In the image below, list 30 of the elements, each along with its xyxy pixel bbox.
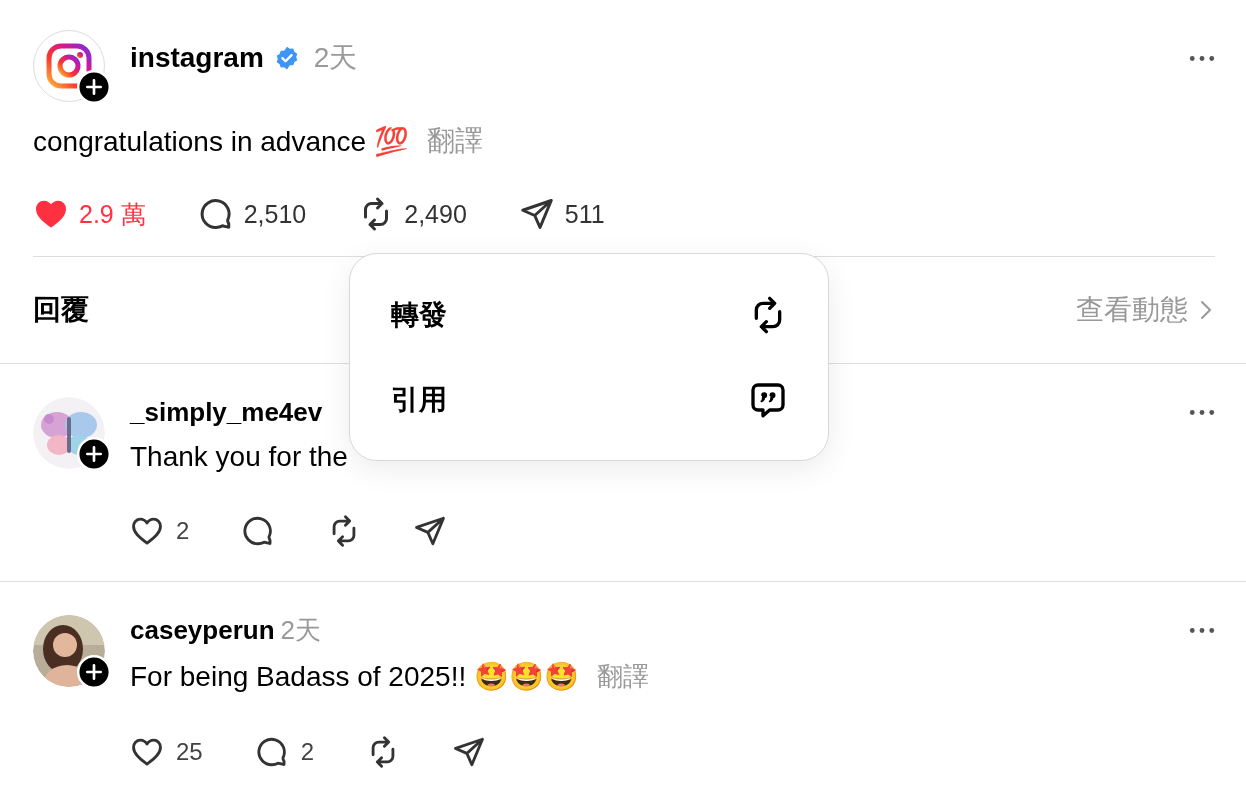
follow-plus-icon[interactable] [77,70,111,104]
more-icon[interactable] [1189,626,1215,634]
camera-logo-icon [45,42,93,90]
follow-plus-icon[interactable] [77,437,111,471]
timestamp: 2天 [313,41,358,75]
post-text: congratulations in advance 💯 [33,124,409,158]
more-icon[interactable] [1189,54,1215,62]
menu-item[interactable]: 引用 [350,357,828,442]
username[interactable]: caseyperun [130,614,275,646]
count-text: 2.9 萬 [79,198,146,230]
count-text: 25 [176,738,203,766]
count-text: 2,490 [404,199,467,229]
count-text: 2,510 [243,199,307,229]
send-icon[interactable] [452,735,487,769]
more-icon[interactable] [1189,408,1215,416]
send-icon[interactable] [413,514,448,548]
menu-item[interactable]: 轉發 [350,272,828,357]
count-text: 2 [176,517,190,545]
username[interactable]: _simply_me4ev [130,396,323,428]
follow-plus-icon[interactable] [77,655,111,689]
count-text: 511 [564,199,605,229]
send-icon[interactable] [518,196,555,232]
comment-icon[interactable] [254,735,289,769]
replies-heading: 回覆 [33,293,89,327]
username[interactable]: instagram [130,42,264,74]
timestamp: 2天 [280,613,321,647]
reply-text: For being Badass of 2025!! 🤩🤩🤩 [130,660,579,693]
count-text: 2 [300,738,315,766]
chevron-right-icon[interactable] [1200,300,1212,320]
reply-text: Thank you for the [130,441,348,473]
